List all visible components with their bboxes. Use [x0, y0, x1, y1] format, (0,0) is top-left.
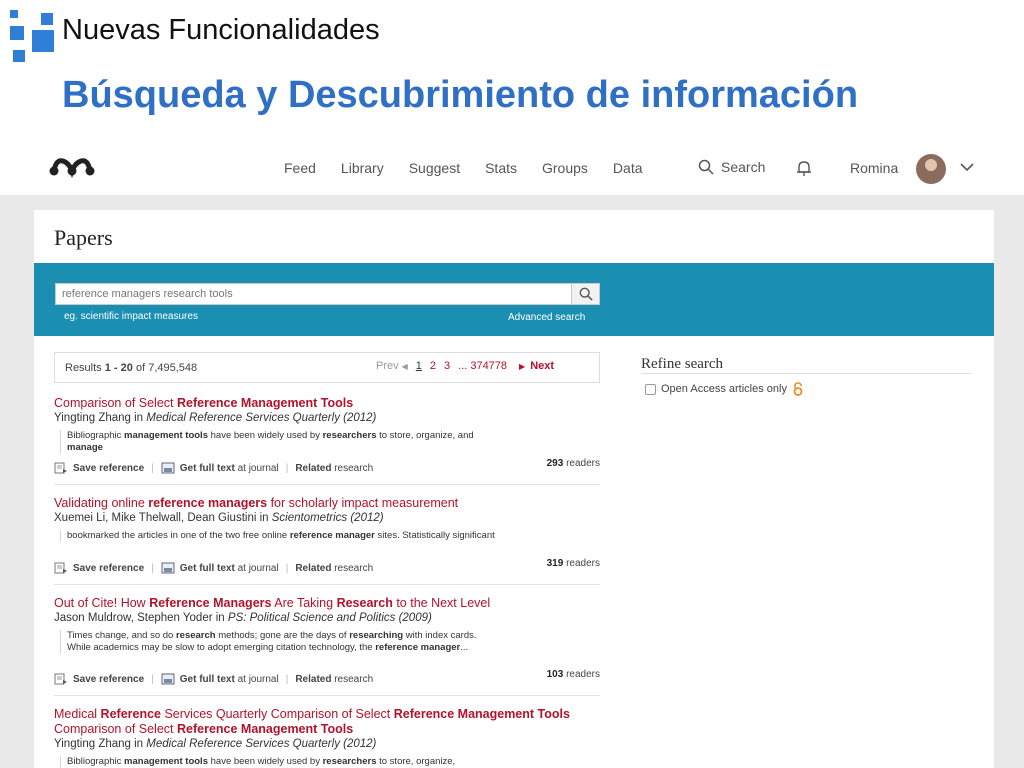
- page-2[interactable]: 2: [430, 360, 436, 372]
- result-journal: Scientometrics (2012): [271, 512, 384, 524]
- chevron-down-icon[interactable]: [960, 162, 974, 172]
- nav-groups[interactable]: Groups: [542, 160, 588, 176]
- presentation-logo-icon: [10, 10, 60, 65]
- page-3[interactable]: 3: [444, 360, 450, 372]
- result-item: Out of Cite! How Reference Managers Are …: [54, 596, 600, 654]
- prev-button[interactable]: Prev: [376, 360, 399, 372]
- nav-search[interactable]: Search: [698, 159, 765, 175]
- full-text-link[interactable]: Get full text at journal: [180, 674, 279, 685]
- mendeley-logo-icon[interactable]: [48, 156, 96, 178]
- open-access-label: Open Access articles only: [661, 383, 787, 395]
- readers-count: 319 readers: [546, 558, 600, 569]
- open-access-icon: [793, 382, 803, 396]
- nav-search-label: Search: [721, 159, 766, 175]
- related-research-link[interactable]: Related research: [295, 674, 373, 685]
- page-1[interactable]: 1: [416, 360, 422, 372]
- readers-count: 293 readers: [546, 458, 600, 469]
- full-text-icon[interactable]: [161, 462, 175, 474]
- open-access-checkbox[interactable]: [645, 383, 656, 395]
- full-text-link[interactable]: Get full text at journal: [180, 563, 279, 574]
- prev-arrow-icon[interactable]: ◀: [402, 362, 408, 371]
- result-actions: Save reference | Get full text at journal |…: [54, 673, 373, 685]
- search-input[interactable]: [55, 283, 572, 305]
- next-button[interactable]: Next: [530, 360, 554, 372]
- nav-links: Feed Library Suggest Stats Groups Data: [284, 160, 668, 176]
- save-reference-button[interactable]: Save reference: [73, 463, 144, 474]
- full-text-icon[interactable]: [161, 562, 175, 574]
- full-text-icon[interactable]: [161, 673, 175, 685]
- nav-stats[interactable]: Stats: [485, 160, 517, 176]
- result-journal: Medical Reference Services Quarterly (20…: [146, 738, 377, 750]
- result-authors: Xuemei Li, Mike Thelwall, Dean Giustini …: [54, 512, 384, 524]
- search-icon: [579, 287, 593, 301]
- nav-data[interactable]: Data: [613, 160, 643, 176]
- result-item: Medical Reference Services Quarterly Com…: [54, 707, 600, 768]
- result-title[interactable]: Validating online reference managers for…: [54, 496, 600, 511]
- save-reference-button[interactable]: Save reference: [73, 674, 144, 685]
- results-header: Results 1 - 20 of 7,495,548 Prev ◀ 1 2 3…: [54, 352, 600, 383]
- related-research-link[interactable]: Related research: [295, 563, 373, 574]
- result-journal: PS: Political Science and Politics (2009…: [227, 612, 432, 624]
- refine-divider: [641, 373, 971, 374]
- related-research-link[interactable]: Related research: [295, 463, 373, 474]
- result-authors: Yingting Zhang in Medical Reference Serv…: [54, 412, 377, 424]
- result-divider: [54, 484, 600, 485]
- results-range: 1 - 20: [104, 362, 133, 374]
- nav-suggest[interactable]: Suggest: [409, 160, 460, 176]
- result-snippet: Bibliographic management tools have been…: [60, 756, 500, 768]
- results-prefix: Results: [65, 362, 102, 374]
- refine-search-title: Refine search: [641, 356, 724, 372]
- slide-title: Búsqueda y Descubrimiento de información: [62, 74, 859, 116]
- result-title[interactable]: Medical Reference Services Quarterly Com…: [54, 707, 600, 737]
- results-of: of: [135, 362, 146, 374]
- bell-icon[interactable]: [795, 159, 813, 177]
- result-snippet: Times change, and so do research methods…: [60, 630, 500, 654]
- result-title[interactable]: Out of Cite! How Reference Managers Are …: [54, 596, 600, 611]
- result-snippet: Bibliographic management tools have been…: [60, 430, 500, 454]
- result-item: Comparison of Select Reference Managemen…: [54, 396, 600, 454]
- search-icon: [698, 159, 714, 175]
- user-name[interactable]: Romina: [850, 160, 898, 176]
- slide: Nuevas Funcionalidades Búsqueda y Descub…: [0, 0, 1024, 768]
- page-ellipsis: ...: [458, 360, 468, 372]
- open-access-filter[interactable]: Open Access articles only: [645, 382, 803, 396]
- result-snippet: bookmarked the articles in one of the tw…: [60, 530, 500, 542]
- results-count: Results 1 - 20 of 7,495,548: [65, 362, 197, 374]
- page-last[interactable]: 374778: [470, 360, 507, 372]
- results-total: 7,495,548: [148, 362, 198, 374]
- result-authors: Yingting Zhang in Medical Reference Serv…: [54, 738, 377, 750]
- result-journal: Medical Reference Services Quarterly (20…: [146, 412, 377, 424]
- pagination: Prev ◀ 1 2 3 ... 374778 ▶ Next: [376, 360, 554, 372]
- page-title: Papers: [54, 225, 113, 250]
- result-authors: Jason Muldrow, Stephen Yoder in PS: Poli…: [54, 612, 432, 624]
- result-actions: Save reference | Get full text at journal |…: [54, 562, 373, 574]
- save-reference-icon[interactable]: [54, 462, 68, 474]
- result-actions: Save reference | Get full text at journal |…: [54, 462, 373, 474]
- search-button[interactable]: [571, 283, 600, 305]
- readers-count: 103 readers: [546, 669, 600, 680]
- search-hint: eg. scientific impact measures: [64, 311, 198, 322]
- full-text-link[interactable]: Get full text at journal: [180, 463, 279, 474]
- slide-supertitle: Nuevas Funcionalidades: [62, 14, 380, 46]
- avatar[interactable]: [916, 154, 946, 184]
- result-divider: [54, 584, 600, 585]
- result-divider: [54, 695, 600, 696]
- nav-library[interactable]: Library: [341, 160, 384, 176]
- save-reference-icon[interactable]: [54, 562, 68, 574]
- save-reference-button[interactable]: Save reference: [73, 563, 144, 574]
- top-navigation: Feed Library Suggest Stats Groups Data S…: [0, 140, 1024, 196]
- result-item: Validating online reference managers for…: [54, 496, 600, 542]
- nav-feed[interactable]: Feed: [284, 160, 316, 176]
- save-reference-icon[interactable]: [54, 673, 68, 685]
- next-arrow-icon[interactable]: ▶: [519, 362, 525, 371]
- advanced-search-link[interactable]: Advanced search: [508, 312, 585, 323]
- result-title[interactable]: Comparison of Select Reference Managemen…: [54, 396, 600, 411]
